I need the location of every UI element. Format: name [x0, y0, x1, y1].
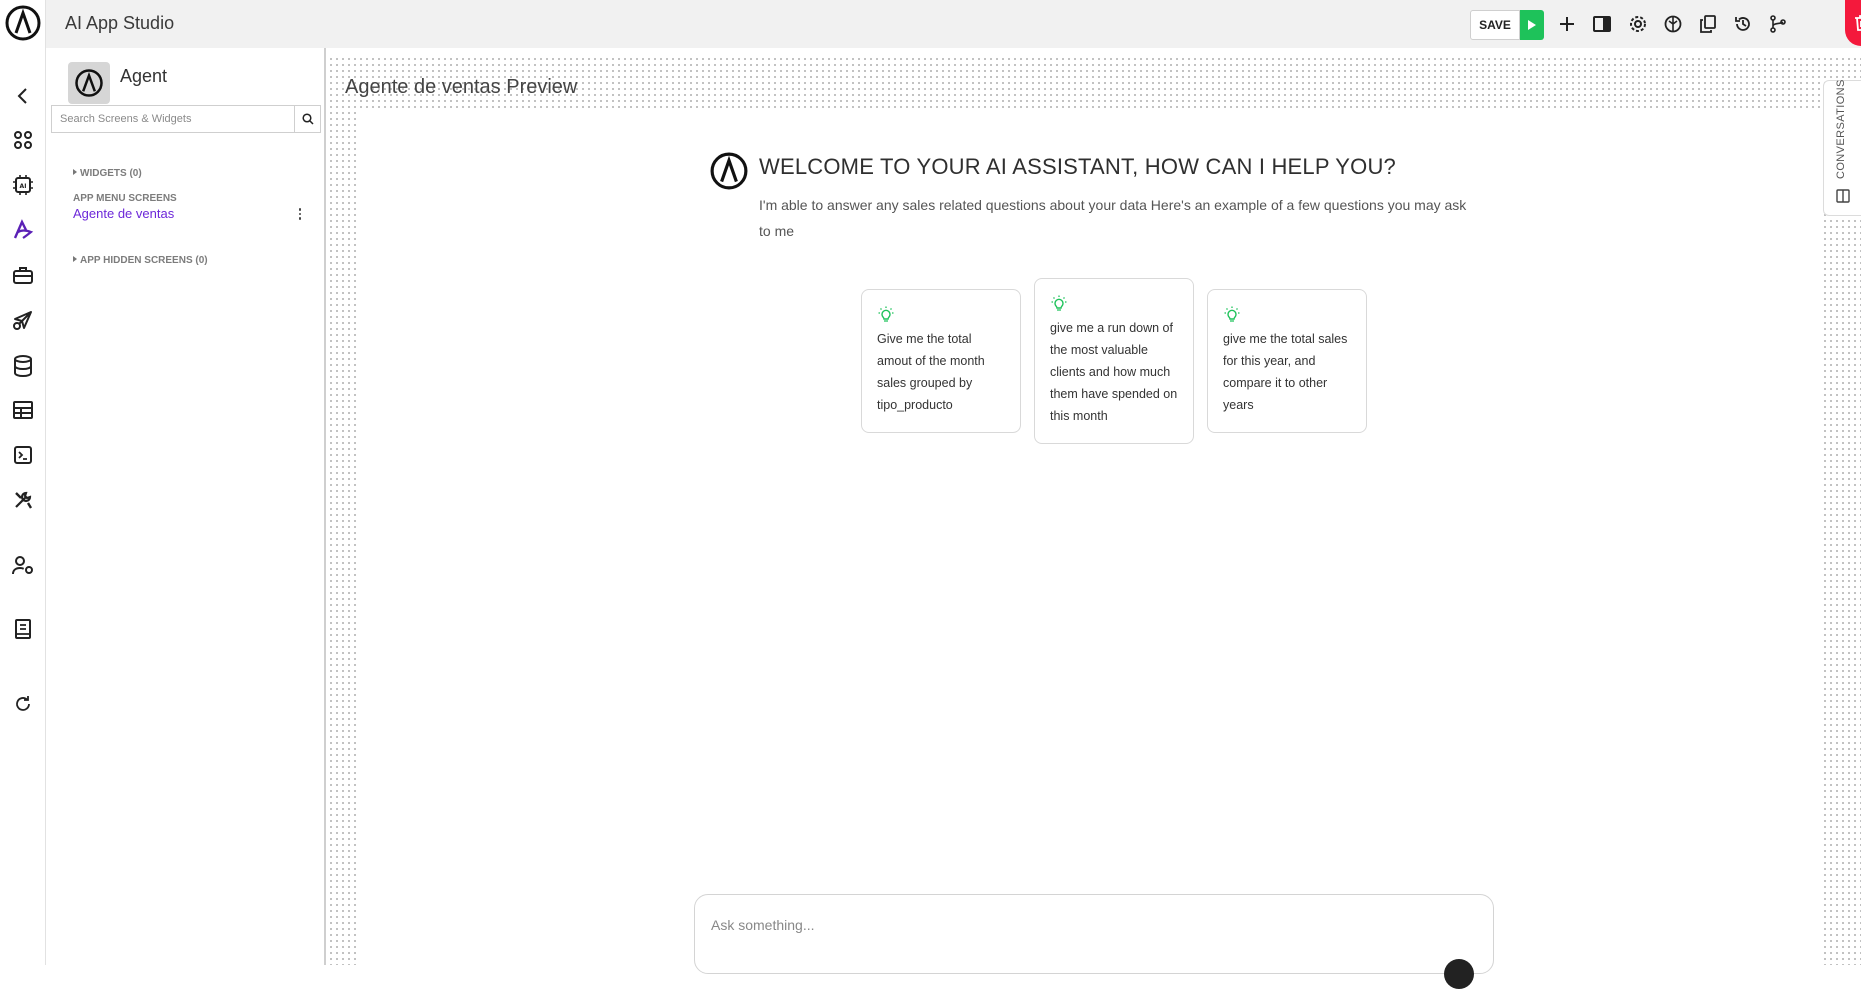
- database-icon[interactable]: [11, 354, 35, 378]
- play-icon: [1528, 20, 1536, 30]
- toolbox-icon[interactable]: [11, 263, 35, 287]
- apps-icon[interactable]: [11, 128, 35, 152]
- suggestion-text: Give me the total amout of the month sal…: [877, 332, 985, 412]
- caret-right-icon: [73, 256, 77, 262]
- screen-item-agente-de-ventas[interactable]: Agente de ventas: [73, 206, 174, 221]
- tools-icon[interactable]: [11, 488, 35, 512]
- app-title: AI App Studio: [65, 13, 175, 33]
- trash-icon: [1855, 15, 1861, 31]
- search-box: [51, 105, 321, 133]
- globe-icon[interactable]: [1661, 12, 1685, 36]
- avatar: [68, 62, 110, 104]
- ask-input[interactable]: [711, 917, 1411, 933]
- conversations-tab[interactable]: CONVERSATIONS: [1823, 79, 1861, 216]
- assistant-logo: [710, 152, 748, 190]
- chat-input-box: [694, 894, 1494, 989]
- preview-title: Agente de ventas Preview: [345, 76, 578, 98]
- save-button[interactable]: SAVE: [1470, 10, 1520, 40]
- sidebar-icon: [1836, 189, 1850, 203]
- terminal-icon[interactable]: [11, 443, 35, 467]
- app-menu-section: APP MENU SCREENS: [73, 193, 177, 204]
- copy-icon[interactable]: [1696, 12, 1720, 36]
- run-button[interactable]: [1520, 10, 1544, 40]
- welcome-title: WELCOME TO YOUR AI ASSISTANT, HOW CAN I …: [759, 154, 1396, 179]
- search-input[interactable]: [52, 106, 294, 132]
- book-icon[interactable]: [11, 617, 35, 641]
- panel-icon[interactable]: [1590, 12, 1614, 36]
- conversations-label: CONVERSATIONS: [1835, 79, 1847, 179]
- studio-icon[interactable]: [11, 218, 35, 242]
- caret-right-icon: [73, 169, 77, 175]
- left-rail: AI: [0, 0, 46, 965]
- more-options-icon[interactable]: [295, 204, 305, 224]
- ai-chip-icon[interactable]: AI: [11, 173, 35, 197]
- suggestion-card[interactable]: Give me the total amout of the month sal…: [861, 289, 1021, 433]
- hidden-screens-label: APP HIDDEN SCREENS (0): [80, 255, 208, 266]
- lightbulb-icon: [1224, 306, 1240, 322]
- history-icon[interactable]: [1731, 12, 1755, 36]
- suggestion-text: give me the total sales for this year, a…: [1223, 332, 1348, 412]
- screens-panel: Agent WIDGETS (0) APP MENU SCREENS Agent…: [46, 48, 326, 965]
- send-button[interactable]: [1444, 959, 1474, 989]
- suggestion-card[interactable]: give me the total sales for this year, a…: [1207, 289, 1367, 433]
- svg-text:AI: AI: [20, 183, 27, 190]
- hidden-screens-section[interactable]: APP HIDDEN SCREENS (0): [73, 255, 208, 266]
- plus-icon[interactable]: [1555, 12, 1579, 36]
- back-icon[interactable]: [11, 84, 35, 108]
- agent-name: Agent: [120, 66, 168, 86]
- search-icon: [301, 113, 314, 125]
- send-icon[interactable]: [11, 308, 35, 332]
- lightbulb-icon: [878, 306, 894, 322]
- top-bar: AI App Studio SAVE: [46, 0, 1861, 48]
- widgets-section[interactable]: WIDGETS (0): [73, 168, 142, 179]
- table-icon[interactable]: [11, 398, 35, 422]
- welcome-description: I'm able to answer any sales related que…: [759, 197, 1467, 239]
- logo[interactable]: [5, 5, 41, 41]
- lightbulb-icon: [1051, 295, 1067, 311]
- refresh-icon[interactable]: [11, 692, 35, 716]
- user-settings-icon[interactable]: [11, 553, 35, 577]
- suggestion-text: give me a run down of the most valuable …: [1050, 321, 1178, 423]
- gear-icon[interactable]: [1626, 12, 1650, 36]
- search-button[interactable]: [294, 106, 320, 132]
- suggestion-card[interactable]: give me a run down of the most valuable …: [1034, 278, 1194, 444]
- delete-button[interactable]: [1845, 0, 1861, 46]
- widgets-label: WIDGETS (0): [80, 168, 142, 179]
- branch-icon[interactable]: [1766, 12, 1790, 36]
